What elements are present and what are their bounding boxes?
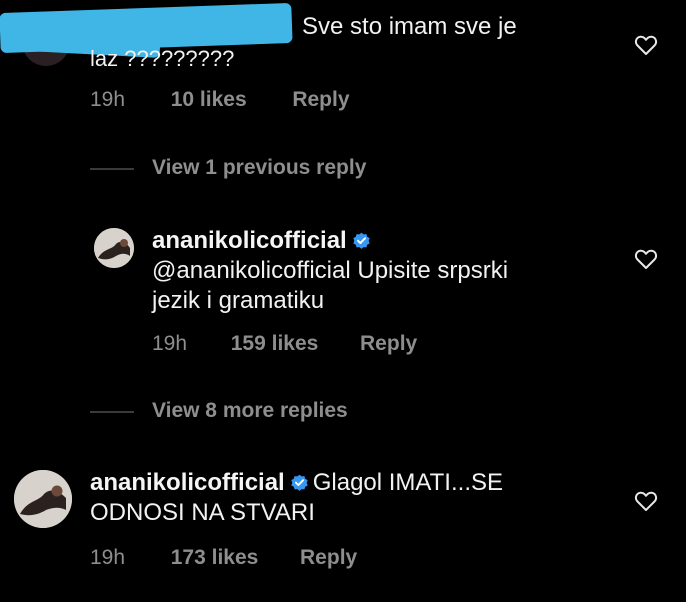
likes-count[interactable]: 173 likes: [171, 546, 259, 569]
comment-meta: 19h 10 likes Reply: [90, 88, 350, 112]
verified-badge-icon: [291, 474, 308, 491]
reply-header: ananikolicofficial: [152, 226, 375, 256]
username[interactable]: ananikolicofficial: [152, 227, 347, 254]
reply-meta: 19h 159 likes Reply: [152, 332, 417, 356]
avatar-image: [14, 470, 72, 528]
heart-icon[interactable]: [634, 490, 658, 512]
avatar[interactable]: [14, 470, 72, 528]
reply-button[interactable]: Reply: [360, 332, 417, 355]
thread-divider: [90, 411, 134, 413]
comment-text-line2: laz ?????????: [90, 46, 235, 71]
comment-text: Glagol IMATI...SE: [312, 469, 503, 496]
heart-icon[interactable]: [634, 248, 658, 270]
comment-text-line1: Sve sto imam sve je: [302, 13, 517, 40]
reply-text-line1: @ananikolicofficial Upisite srpsrki: [152, 257, 509, 284]
avatar-image: [94, 228, 134, 268]
reply-button[interactable]: Reply: [292, 88, 349, 111]
reply-time: 19h: [152, 332, 188, 355]
comment-meta: 19h 173 likes Reply: [90, 546, 357, 570]
view-more-replies[interactable]: View 8 more replies: [152, 399, 348, 423]
comment-text-line2: ODNOSI NA STVARI: [90, 499, 315, 526]
view-previous-replies[interactable]: View 1 previous reply: [152, 156, 366, 180]
avatar[interactable]: [94, 228, 134, 268]
comment-time: 19h: [90, 546, 126, 569]
thread-divider: [90, 168, 134, 170]
likes-count[interactable]: 10 likes: [171, 88, 247, 111]
username[interactable]: ananikolicofficial: [90, 469, 285, 496]
comment-line1: ananikolicofficial Glagol IMATI...SE: [90, 468, 503, 498]
verified-badge-icon: [353, 232, 370, 249]
likes-count[interactable]: 159 likes: [231, 332, 319, 355]
comment-time: 19h: [90, 88, 126, 111]
heart-icon[interactable]: [634, 34, 658, 56]
reply-button[interactable]: Reply: [300, 546, 357, 569]
reply-text-line2: jezik i gramatiku: [152, 287, 325, 314]
